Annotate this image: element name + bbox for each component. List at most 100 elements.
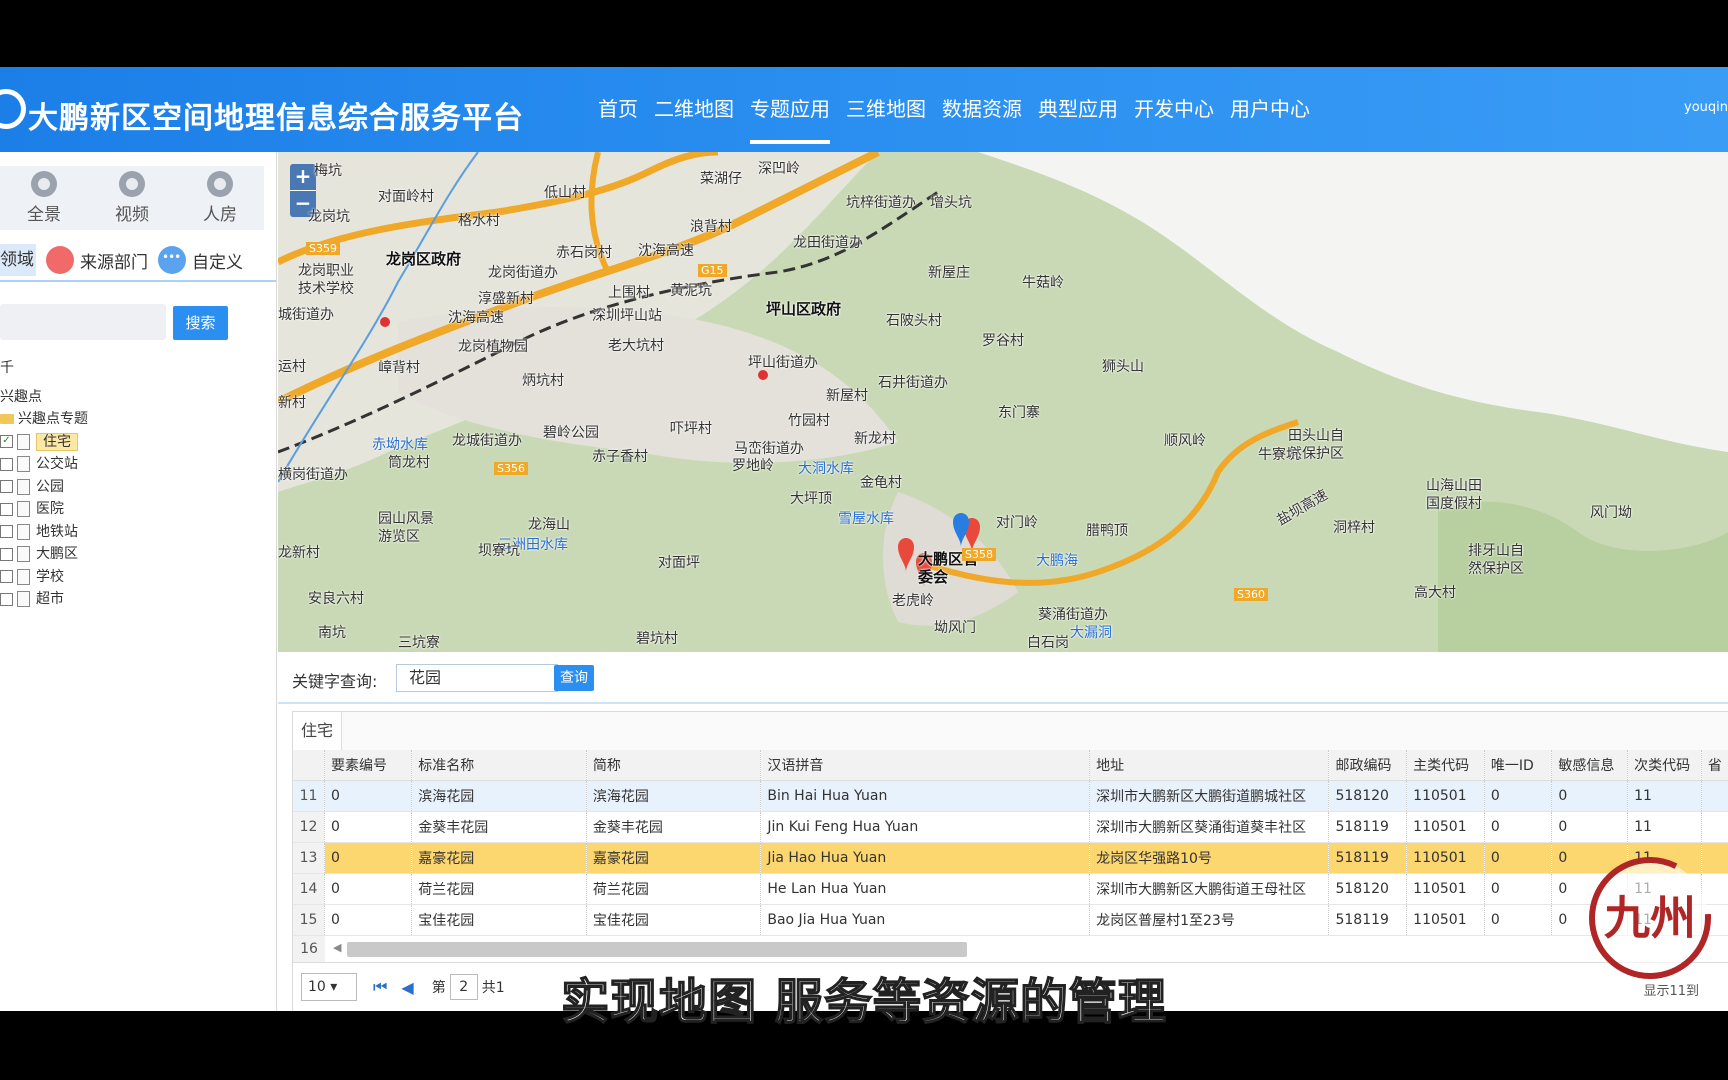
col-header[interactable]: 省 bbox=[1701, 750, 1728, 781]
scroll-left-icon[interactable]: ◀ bbox=[333, 941, 341, 954]
road-shield: G15 bbox=[698, 264, 727, 277]
col-header[interactable]: 汉语拼音 bbox=[760, 750, 1091, 781]
left-divider bbox=[0, 280, 276, 282]
map-label: 坪山区政府 bbox=[766, 300, 842, 318]
road-shield: S356 bbox=[494, 462, 528, 475]
checkbox-icon[interactable] bbox=[0, 480, 13, 493]
filter-row: 领域 来源部门 自定义 bbox=[0, 242, 276, 278]
filter-source-label: 来源部门 bbox=[80, 252, 148, 273]
nav-home[interactable]: 首页 bbox=[590, 67, 646, 152]
checkbox-icon[interactable] bbox=[0, 457, 13, 471]
scroll-thumb[interactable] bbox=[347, 942, 967, 957]
cell-main-code: 110501 bbox=[1406, 873, 1485, 905]
map-view[interactable]: + − 龙岗区政府 坪山区政府 大鹏区管委会 沈海高速 沈海高速 龙田街道办 坑… bbox=[278, 152, 1728, 652]
cell-id: 0 bbox=[324, 873, 413, 905]
nav-thematic[interactable]: 专题应用 bbox=[742, 67, 838, 152]
filter-domain[interactable]: 领域 bbox=[0, 244, 36, 276]
cell-name: 金葵丰花园 bbox=[411, 811, 587, 843]
nav-user-center[interactable]: 用户中心 bbox=[1222, 67, 1318, 152]
map-label: 东门寨 bbox=[998, 405, 1040, 421]
tab-video[interactable]: 视频 bbox=[102, 171, 162, 225]
checkbox-icon[interactable] bbox=[0, 592, 13, 606]
zoom-in-button[interactable]: + bbox=[290, 164, 316, 191]
checkbox-icon[interactable] bbox=[0, 547, 13, 561]
checkbox-icon[interactable] bbox=[0, 570, 13, 583]
nav-data-resources[interactable]: 数据资源 bbox=[934, 67, 1030, 152]
col-header[interactable]: 唯一ID bbox=[1484, 750, 1553, 781]
nav-2d-map[interactable]: 二维地图 bbox=[646, 67, 742, 152]
cell-short: 嘉豪花园 bbox=[586, 842, 762, 874]
query-button[interactable]: 查询 bbox=[554, 665, 594, 691]
tree-item-dapeng[interactable]: 大鹏区 bbox=[0, 543, 88, 566]
checkbox-icon[interactable] bbox=[0, 502, 13, 516]
cell-main-code: 110501 bbox=[1406, 904, 1485, 936]
nav-3d-map[interactable]: 三维地图 bbox=[838, 67, 934, 152]
cell-address: 龙岗区华强路10号 bbox=[1089, 842, 1330, 874]
tree-root[interactable]: 千 bbox=[0, 357, 88, 380]
cell-uid: 0 bbox=[1484, 904, 1553, 936]
map-label: 菜湖仔 bbox=[700, 171, 742, 187]
left-panel: 全景 视频 人房 领域 来源部门 自定义 搜索 bbox=[0, 152, 277, 1011]
col-header[interactable]: 要素编号 bbox=[324, 750, 413, 781]
map-label: 园山风景游览区 bbox=[378, 511, 434, 545]
document-icon bbox=[17, 546, 30, 562]
col-header[interactable]: 敏感信息 bbox=[1551, 750, 1629, 781]
cell-short: 金葵丰花园 bbox=[586, 811, 762, 843]
cell-sensitive: 0 bbox=[1551, 811, 1629, 843]
tree-item-metro[interactable]: 地铁站 bbox=[0, 521, 88, 544]
map-label: 罗地岭 bbox=[732, 458, 774, 474]
cell-name: 嘉豪花园 bbox=[411, 842, 587, 874]
tree-item-park[interactable]: 公园 bbox=[0, 476, 88, 499]
map-label: 龙岗植物园 bbox=[458, 339, 528, 355]
horizontal-scrollbar[interactable]: 16 ◀ bbox=[293, 936, 1728, 963]
col-header[interactable]: 简称 bbox=[586, 750, 762, 781]
tab-panorama[interactable]: 全景 bbox=[14, 171, 74, 225]
map-label: 老虎岭 bbox=[892, 593, 934, 609]
cell-short: 滨海花园 bbox=[586, 780, 762, 812]
tree-poi[interactable]: 兴趣点 bbox=[0, 386, 88, 409]
cell-name: 滨海花园 bbox=[411, 780, 587, 812]
tree-item-residence[interactable]: ✓ 住宅 bbox=[0, 431, 88, 454]
cell-short: 宝佳花园 bbox=[586, 904, 762, 936]
tree-item-supermarket[interactable]: 超市 bbox=[0, 588, 88, 611]
tree-folder[interactable]: 兴趣点专题 bbox=[0, 408, 88, 431]
tab-residence[interactable]: 住宅 bbox=[293, 712, 342, 751]
table-row[interactable]: 12 0 金葵丰花园 金葵丰花园 Jin Kui Feng Hua Yuan 深… bbox=[293, 811, 1728, 843]
table-row[interactable]: 14 0 荷兰花园 荷兰花园 He Lan Hua Yuan 深圳市大鹏新区大鹏… bbox=[293, 873, 1728, 905]
col-header[interactable]: 次类代码 bbox=[1627, 750, 1702, 781]
filter-source[interactable]: 来源部门 bbox=[46, 246, 148, 274]
document-icon bbox=[17, 501, 30, 517]
cell-address: 深圳市大鹏新区大鹏街道鹏城社区 bbox=[1089, 780, 1330, 812]
keyword-input[interactable]: 花园 bbox=[396, 664, 558, 692]
user-name[interactable]: youqin bbox=[1684, 100, 1728, 115]
nav-typical-apps[interactable]: 典型应用 bbox=[1030, 67, 1126, 152]
map-label: 格水村 bbox=[458, 213, 500, 229]
col-header[interactable]: 地址 bbox=[1089, 750, 1330, 781]
tab-house[interactable]: 人房 bbox=[190, 171, 250, 225]
layer-search-input[interactable] bbox=[0, 304, 166, 340]
checkbox-checked-icon[interactable]: ✓ bbox=[0, 435, 13, 448]
checkbox-icon[interactable] bbox=[0, 525, 13, 538]
col-header[interactable]: 主类代码 bbox=[1406, 750, 1485, 781]
col-header[interactable]: 标准名称 bbox=[411, 750, 587, 781]
nav-dev-center[interactable]: 开发中心 bbox=[1126, 67, 1222, 152]
map-label: 顺风岭 bbox=[1164, 433, 1206, 449]
cell-zip: 518120 bbox=[1328, 780, 1408, 812]
tree-item-hospital[interactable]: 医院 bbox=[0, 498, 88, 521]
map-label: 大鹏海 bbox=[1036, 553, 1078, 569]
filter-custom[interactable]: 自定义 bbox=[158, 246, 243, 274]
table-row-selected[interactable]: 13 0 嘉豪花园 嘉豪花园 Jia Hao Hua Yuan 龙岗区华强路10… bbox=[293, 842, 1728, 874]
table-row[interactable]: 11 0 滨海花园 滨海花园 Bin Hai Hua Yuan 深圳市大鹏新区大… bbox=[293, 780, 1728, 812]
grid-tab-bar bbox=[293, 712, 1728, 751]
layer-search-button[interactable]: 搜索 bbox=[173, 306, 228, 340]
map-label: 龙岗街道办 bbox=[488, 265, 558, 281]
tree-item-bus-stop[interactable]: 公交站 bbox=[0, 453, 88, 476]
table-row[interactable]: 15 0 宝佳花园 宝佳花园 Bao Jia Hua Yuan 龙岗区普屋村1至… bbox=[293, 904, 1728, 936]
tree-item-label: 公交站 bbox=[36, 456, 78, 472]
cell-id: 0 bbox=[324, 904, 413, 936]
tree-item-school[interactable]: 学校 bbox=[0, 566, 88, 589]
map-label: 大坪顶 bbox=[790, 491, 832, 507]
result-table: 要素编号 标准名称 简称 汉语拼音 地址 邮政编码 主类代码 唯一ID 敏感信息… bbox=[293, 750, 1728, 936]
map-label: 新屋庄 bbox=[928, 265, 970, 281]
col-header[interactable]: 邮政编码 bbox=[1328, 750, 1408, 781]
